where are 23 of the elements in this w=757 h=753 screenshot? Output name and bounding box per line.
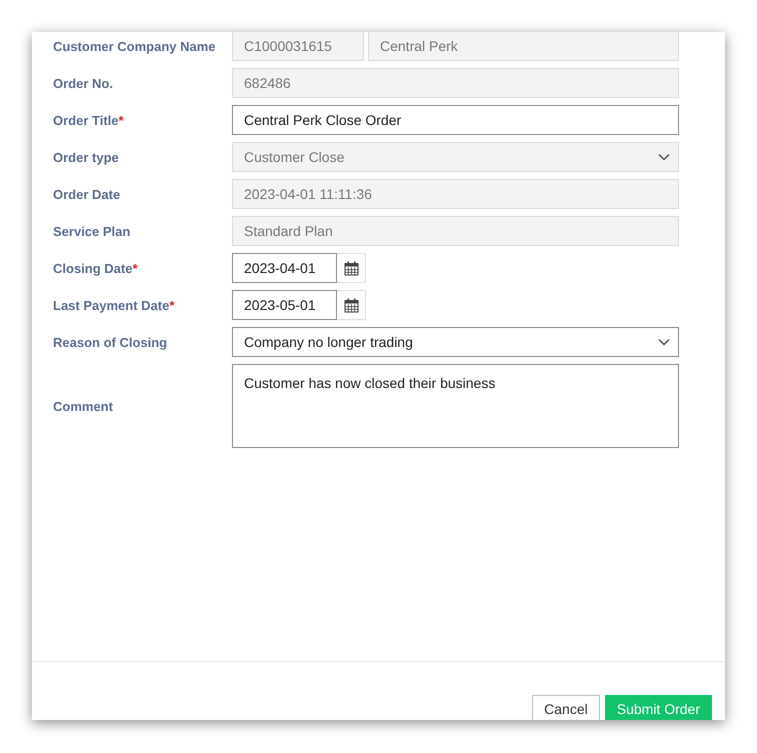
- field-label: Order type: [53, 150, 119, 164]
- field-label: Last Payment Date*: [53, 298, 174, 312]
- date-field[interactable]: 2023-05-01: [232, 290, 337, 320]
- calendar-icon: [344, 260, 358, 276]
- comment-textarea[interactable]: Customer has now closed their business: [232, 364, 679, 448]
- field-label: Order No.: [53, 76, 113, 90]
- field-label: Reason of Closing: [53, 334, 168, 350]
- field-label: Service Plan: [53, 224, 130, 238]
- field-label: Closing Date*: [53, 260, 138, 276]
- date-field[interactable]: 2023-04-01: [232, 253, 337, 283]
- calendar-button[interactable]: [337, 253, 366, 283]
- calendar-button[interactable]: [337, 290, 366, 320]
- chevron-down-icon: [658, 153, 670, 161]
- select-field[interactable]: Company no longer trading: [232, 327, 679, 357]
- field-label: Comment: [53, 398, 113, 414]
- chevron-down-icon: [658, 338, 670, 346]
- submit-button[interactable]: Submit Order: [604, 695, 712, 720]
- cancel-button[interactable]: Cancel: [532, 695, 600, 720]
- field-label: Order Title*: [53, 112, 124, 128]
- calendar-icon: [344, 298, 358, 312]
- input-field[interactable]: Central Perk Close Order: [232, 105, 679, 135]
- field-label: Customer Company Name: [53, 38, 216, 54]
- field-label: Order Date: [53, 186, 120, 202]
